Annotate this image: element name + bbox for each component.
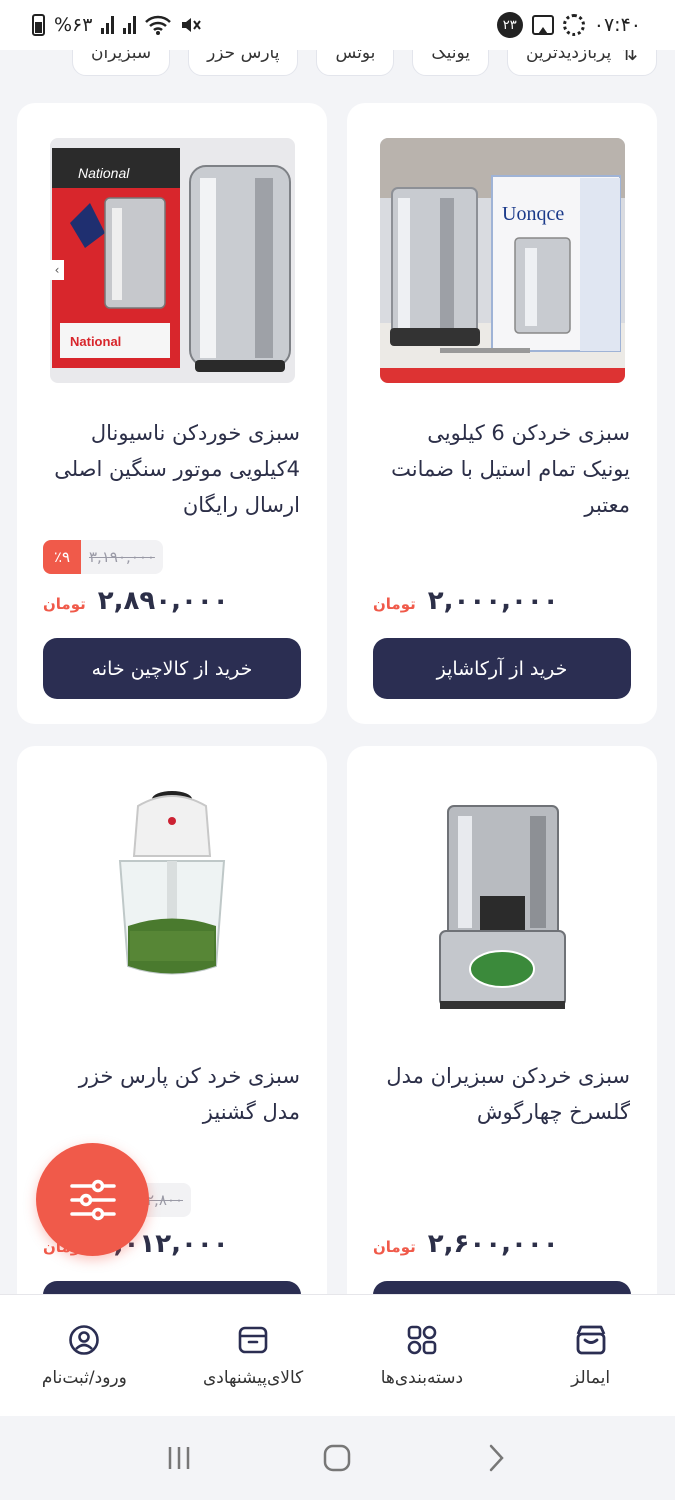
product-price: ۲,۸۹۰,۰۰۰ bbox=[97, 586, 229, 616]
status-left: %۶۳ bbox=[32, 14, 202, 36]
product-image[interactable]: National National ‹ bbox=[50, 138, 295, 383]
battery-level: %۶۳ bbox=[54, 14, 93, 36]
product-card[interactable]: Uonqce سبزی خردکن 6 کیلویی یونیک تمام اس… bbox=[347, 103, 657, 724]
price-row: تومان ۲,۶۰۰,۰۰۰ bbox=[373, 1229, 559, 1259]
signal-icon-2 bbox=[123, 16, 137, 34]
filter-fab-button[interactable] bbox=[36, 1143, 149, 1256]
mute-icon bbox=[182, 18, 202, 32]
product-price: ۲,۶۰۰,۰۰۰ bbox=[427, 1229, 559, 1259]
clock: ۰۷:۴۰ bbox=[593, 14, 641, 36]
product-card[interactable]: سبزی خردکن سبزیران مدل گلسرخ چهارگوش توم… bbox=[347, 746, 657, 1367]
price-row: تومان ۲,۰۰۰,۰۰۰ bbox=[373, 586, 559, 616]
nav-item-suggested[interactable]: کالای‌پیشنهادی bbox=[169, 1295, 338, 1416]
notification-count: ۲۳ bbox=[496, 12, 523, 38]
categories-icon bbox=[407, 1325, 437, 1354]
filter-sliders-icon bbox=[69, 1179, 116, 1220]
store-icon bbox=[576, 1325, 606, 1354]
currency-label: تومان bbox=[43, 595, 86, 613]
gallery-icon bbox=[531, 15, 554, 35]
svg-text:Uonqce: Uonqce bbox=[502, 203, 564, 225]
product-title[interactable]: سبزی خردکن سبزیران مدل گلسرخ چهارگوش bbox=[374, 1058, 630, 1130]
back-icon[interactable] bbox=[481, 1443, 511, 1473]
product-price: ۲,۰۰۰,۰۰۰ bbox=[427, 586, 559, 616]
nav-label: دسته‌بندی‌ها bbox=[380, 1367, 464, 1388]
currency-label: تومان bbox=[373, 595, 416, 613]
product-image[interactable]: Uonqce bbox=[380, 138, 625, 383]
status-bar: %۶۳ ۲۳ ۰۷:۴۰ bbox=[0, 0, 675, 50]
offer-box-icon bbox=[238, 1326, 268, 1353]
product-title[interactable]: سبزی خرد کن پارس خزر مدل گشنیز bbox=[44, 1058, 300, 1130]
wifi-icon bbox=[145, 15, 172, 35]
old-price: ۳,۱۹۰,۰۰۰ bbox=[81, 540, 163, 574]
product-title[interactable]: سبزی خردکن 6 کیلویی یونیک تمام استیل با … bbox=[374, 415, 630, 523]
chevron-left-icon[interactable]: ‹ bbox=[50, 260, 64, 280]
bottom-navigation: ایمالز دسته‌بندی‌ها کالای‌پیشنهادی ورود/… bbox=[0, 1294, 675, 1416]
sync-icon bbox=[562, 14, 585, 36]
product-image[interactable] bbox=[380, 781, 625, 1026]
signal-icon bbox=[101, 16, 115, 34]
svg-text:National: National bbox=[78, 165, 130, 181]
price-row: تومان ۲,۸۹۰,۰۰۰ bbox=[43, 586, 229, 616]
product-card[interactable]: National National ‹ سبزی خوردکن ناسیونال… bbox=[17, 103, 327, 724]
home-icon[interactable] bbox=[322, 1443, 352, 1473]
system-navigation-bar bbox=[0, 1416, 675, 1500]
buy-button[interactable]: خرید از کالاچین خانه bbox=[43, 638, 301, 699]
nav-label: ورود/ثبت‌نام bbox=[41, 1367, 127, 1388]
user-icon bbox=[69, 1324, 100, 1355]
status-right: ۲۳ ۰۷:۴۰ bbox=[496, 12, 641, 38]
buy-button[interactable]: خرید از آرکاشاپز bbox=[373, 638, 631, 699]
recent-apps-icon[interactable] bbox=[164, 1443, 194, 1473]
nav-label: ایمالز bbox=[571, 1367, 611, 1388]
nav-label: کالای‌پیشنهادی bbox=[202, 1367, 304, 1388]
old-price-row: ٪۹ ۳,۱۹۰,۰۰۰ bbox=[43, 540, 163, 574]
currency-label: تومان bbox=[373, 1238, 416, 1256]
nav-item-home[interactable]: ایمالز bbox=[506, 1295, 675, 1416]
product-title[interactable]: سبزی خوردکن ناسیونال 4کیلویی موتور سنگین… bbox=[44, 415, 300, 523]
product-card[interactable]: سبزی خرد کن پارس خزر مدل گشنیز ۲,۸۰۰ توم… bbox=[17, 746, 327, 1367]
battery-icon bbox=[32, 14, 45, 36]
nav-item-categories[interactable]: دسته‌بندی‌ها bbox=[338, 1295, 507, 1416]
discount-badge: ٪۹ bbox=[43, 540, 81, 574]
product-image[interactable] bbox=[50, 781, 295, 1026]
svg-text:National: National bbox=[70, 334, 121, 349]
nav-item-login[interactable]: ورود/ثبت‌نام bbox=[0, 1295, 169, 1416]
